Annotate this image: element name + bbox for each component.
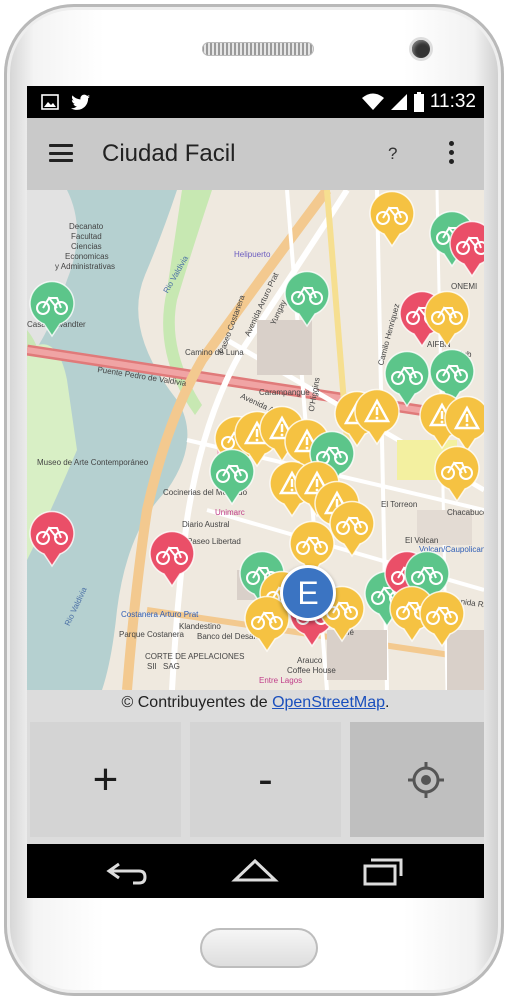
signal-icon bbox=[390, 94, 407, 110]
bike-marker-icon[interactable] bbox=[282, 270, 332, 328]
crosshair-icon bbox=[407, 761, 444, 798]
map-label: Chacabuco bbox=[447, 508, 484, 517]
home-button[interactable] bbox=[200, 928, 318, 968]
app-toolbar: Ciudad Facil ? bbox=[27, 118, 484, 190]
map-label: Parque Costanera bbox=[119, 630, 184, 639]
system-nav-bar bbox=[27, 844, 484, 898]
help-button[interactable]: ? bbox=[388, 144, 397, 164]
map-label: Costanera Arturo Prat bbox=[121, 610, 199, 619]
map-label: El Volcan bbox=[405, 536, 439, 545]
map-view[interactable]: Decanato Facultad Ciencias Economicas y … bbox=[27, 190, 484, 690]
map-label: Helipuerto bbox=[234, 250, 271, 259]
bike-marker-icon[interactable] bbox=[27, 280, 77, 338]
map-label: Arauco bbox=[297, 656, 323, 665]
map-label: Camino de Luna bbox=[185, 348, 244, 357]
overflow-menu-icon[interactable] bbox=[449, 141, 454, 168]
app-title: Ciudad Facil bbox=[102, 140, 236, 167]
bike-marker-icon[interactable] bbox=[27, 510, 77, 568]
recents-icon[interactable] bbox=[361, 856, 405, 886]
map-label: Klandestino bbox=[179, 622, 221, 631]
attribution-suffix: . bbox=[385, 694, 390, 711]
bike-marker-icon[interactable] bbox=[367, 190, 417, 248]
clock: 11:32 bbox=[429, 91, 476, 112]
bike-marker-icon[interactable] bbox=[422, 290, 472, 348]
speaker-grille bbox=[202, 42, 314, 56]
map-label: Coffee House bbox=[287, 666, 336, 675]
locate-button[interactable] bbox=[350, 722, 484, 837]
marker-letter: E bbox=[297, 574, 319, 611]
menu-icon[interactable] bbox=[49, 144, 73, 162]
bike-marker-icon[interactable] bbox=[147, 530, 197, 588]
map-label: SAG bbox=[163, 662, 180, 671]
bike-marker-icon[interactable] bbox=[207, 448, 257, 506]
attribution-text: © Contribuyentes de bbox=[121, 694, 273, 711]
bike-marker-icon[interactable] bbox=[447, 220, 484, 278]
zoom-in-button[interactable]: + bbox=[30, 722, 181, 837]
map-label: Unimarc bbox=[215, 508, 245, 517]
status-bar: 11:32 bbox=[27, 86, 484, 118]
map-label: Economicas bbox=[65, 252, 109, 261]
twitter-icon bbox=[71, 94, 90, 110]
home-icon[interactable] bbox=[231, 856, 279, 886]
battery-icon bbox=[413, 92, 424, 112]
openstreetmap-link[interactable]: OpenStreetMap bbox=[272, 694, 385, 711]
map-label: El Torreon bbox=[381, 500, 418, 509]
bike-marker-icon[interactable] bbox=[417, 590, 467, 648]
map-label: Entre Lagos bbox=[259, 676, 303, 685]
selected-marker[interactable]: E bbox=[280, 565, 336, 621]
map-label: SII bbox=[147, 662, 157, 671]
front-camera bbox=[412, 40, 430, 58]
screen: 11:32 Ciudad Facil ? Decanato Facultad C… bbox=[27, 86, 484, 898]
map-label: Ciencias bbox=[71, 242, 102, 251]
map-label: Decanato bbox=[69, 222, 104, 231]
zoom-in-label: + bbox=[92, 754, 119, 804]
back-icon[interactable] bbox=[105, 856, 149, 886]
map-controls: + - bbox=[27, 716, 484, 844]
bike-marker-icon[interactable] bbox=[482, 390, 484, 448]
zoom-out-label: - bbox=[258, 754, 273, 804]
wifi-icon bbox=[361, 93, 384, 110]
image-icon bbox=[41, 94, 59, 110]
map-attribution: © Contribuyentes de OpenStreetMap. bbox=[27, 690, 484, 716]
map-label: Facultad bbox=[71, 232, 102, 241]
bike-marker-icon[interactable] bbox=[482, 235, 484, 293]
map-label: Diario Austral bbox=[182, 520, 230, 529]
map-label: CORTE DE APELACIONES bbox=[145, 652, 245, 661]
zoom-out-button[interactable]: - bbox=[190, 722, 341, 837]
map-label: Carampangue bbox=[259, 388, 310, 397]
map-label: y Administrativas bbox=[55, 262, 116, 271]
bike-marker-icon[interactable] bbox=[432, 445, 482, 503]
map-label: Museo de Arte Contemporáneo bbox=[37, 458, 149, 467]
warning-marker-icon[interactable] bbox=[352, 388, 402, 446]
